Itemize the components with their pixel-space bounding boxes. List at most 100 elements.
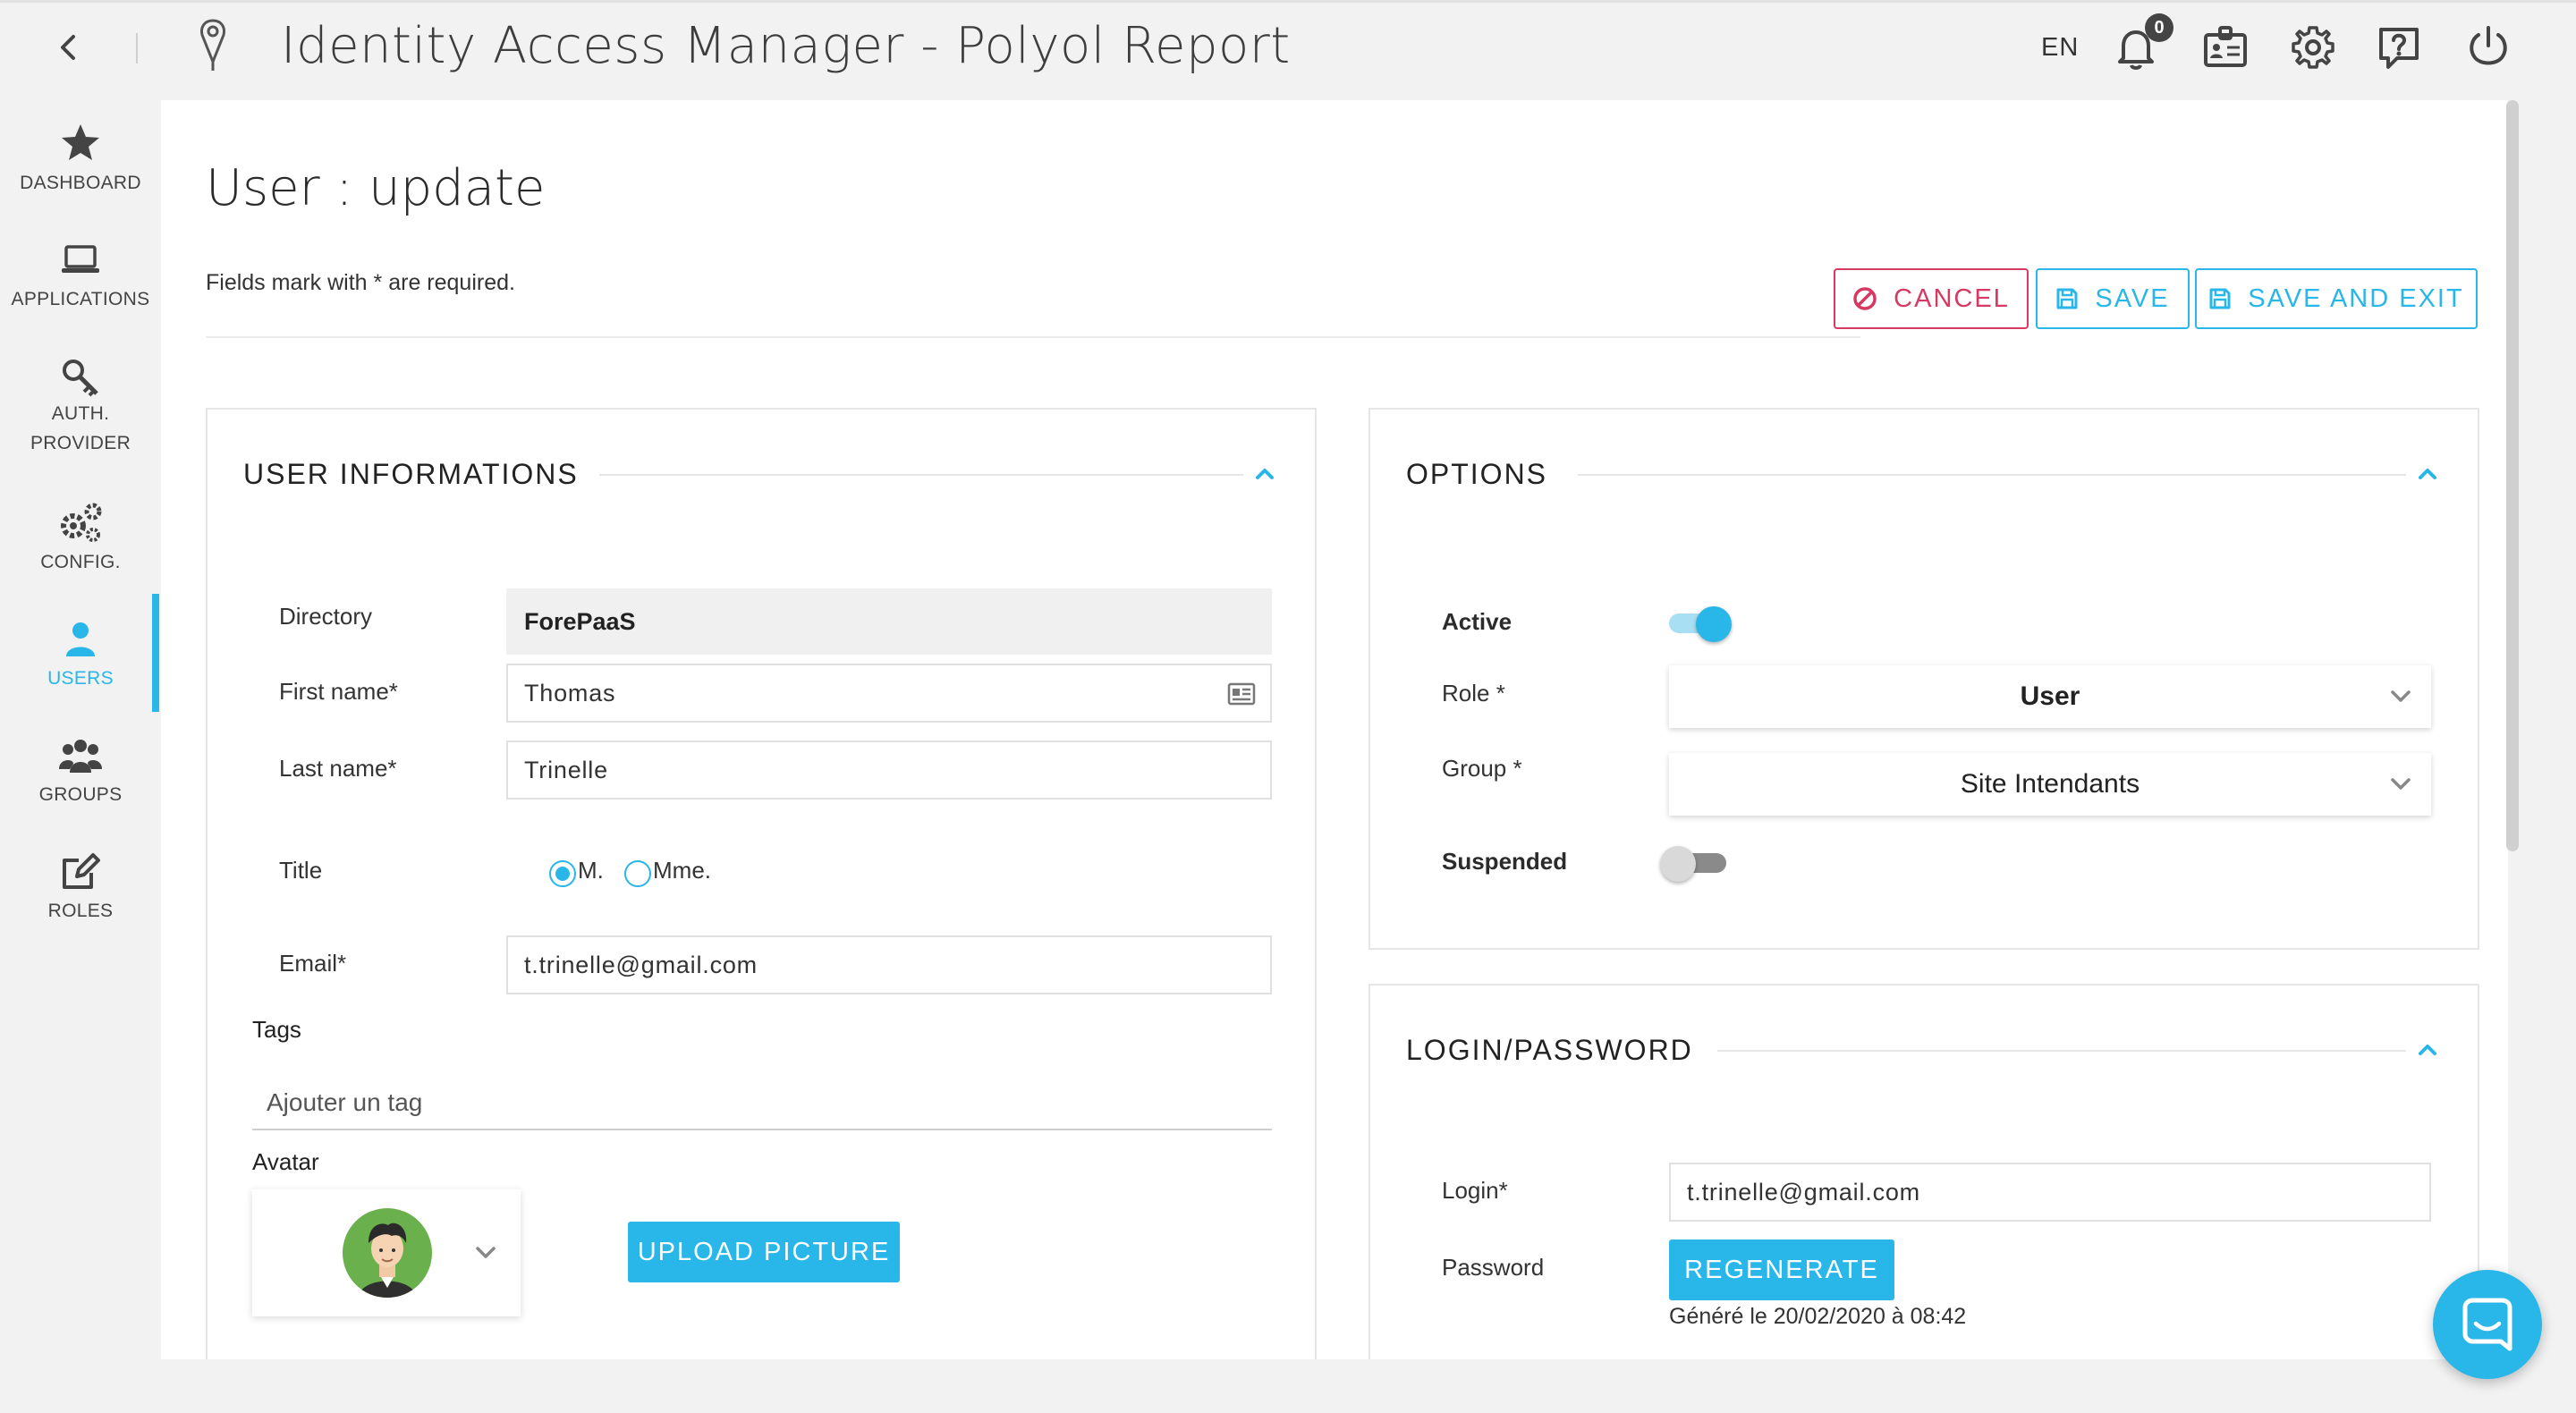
avatar-selector[interactable] bbox=[252, 1189, 521, 1316]
chevron-down-icon bbox=[2391, 690, 2411, 702]
sidebar-item-groups[interactable]: GROUPS bbox=[0, 733, 161, 809]
power-icon[interactable] bbox=[2463, 22, 2513, 72]
required-fields-note: Fields mark with * are required. bbox=[206, 270, 515, 295]
chevron-up-icon[interactable] bbox=[1250, 460, 1279, 488]
directory-label: Directory bbox=[279, 603, 373, 630]
sidebar: DASHBOARD APPLICATIONS AUTH. PROVIDER CO… bbox=[0, 97, 161, 1413]
password-label: Password bbox=[1442, 1254, 1545, 1281]
save-and-exit-button[interactable]: SAVE AND EXIT bbox=[2195, 268, 2478, 329]
sidebar-item-label: DASHBOARD bbox=[20, 173, 141, 193]
login-label: Login* bbox=[1442, 1177, 1508, 1204]
notification-count-badge: 0 bbox=[2145, 13, 2174, 42]
chevron-up-icon[interactable] bbox=[2413, 1036, 2442, 1064]
help-icon[interactable] bbox=[2374, 22, 2424, 72]
suspended-label: Suspended bbox=[1442, 848, 1568, 875]
chat-widget-button[interactable] bbox=[2433, 1270, 2542, 1379]
group-select[interactable]: Site Intendants bbox=[1669, 753, 2431, 816]
role-selected-value: User bbox=[2020, 681, 2080, 711]
chevron-down-icon bbox=[2391, 778, 2411, 790]
first-name-input[interactable]: Thomas bbox=[506, 664, 1272, 723]
active-toggle[interactable] bbox=[1669, 606, 1733, 642]
key-icon bbox=[63, 360, 98, 397]
floppy-disk-icon bbox=[2056, 288, 2078, 309]
save-and-exit-button-label: SAVE AND EXIT bbox=[2248, 283, 2464, 313]
role-label: Role * bbox=[1442, 680, 1505, 706]
email-input[interactable]: t.trinelle@gmail.com bbox=[506, 935, 1272, 994]
logo-pin-icon bbox=[200, 19, 225, 71]
title-divider bbox=[206, 336, 1860, 338]
ban-icon bbox=[1853, 287, 1877, 310]
tags-label: Tags bbox=[252, 1016, 301, 1043]
id-card-icon[interactable] bbox=[2200, 22, 2250, 72]
tag-input[interactable]: Ajouter un tag bbox=[252, 1077, 1272, 1130]
active-label: Active bbox=[1442, 608, 1513, 635]
title-radio-mrs[interactable] bbox=[624, 860, 651, 887]
chevron-up-icon[interactable] bbox=[2413, 460, 2442, 488]
save-button-label: SAVE bbox=[2095, 283, 2170, 313]
chevron-down-icon bbox=[476, 1247, 496, 1258]
first-name-label: First name* bbox=[279, 678, 398, 705]
main-panel: User : update Fields mark with * are req… bbox=[161, 100, 2508, 1359]
sidebar-item-users[interactable]: USERS bbox=[0, 617, 161, 693]
email-label: Email* bbox=[279, 950, 347, 977]
star-icon bbox=[62, 124, 99, 160]
toggle-knob bbox=[1660, 846, 1696, 882]
sidebar-item-label: CONFIG. bbox=[40, 552, 121, 572]
sidebar-item-label-line2: PROVIDER bbox=[30, 433, 131, 453]
upload-picture-button[interactable]: UPLOAD PICTURE bbox=[628, 1222, 900, 1282]
group-selected-value: Site Intendants bbox=[1960, 769, 2140, 799]
card-title-rule bbox=[599, 474, 1243, 476]
last-name-input[interactable]: Trinelle bbox=[506, 740, 1272, 800]
cancel-button-label: CANCEL bbox=[1894, 283, 2010, 313]
title-radio-mr[interactable] bbox=[549, 860, 576, 887]
password-generated-note: Généré le 20/02/2020 à 08:42 bbox=[1669, 1304, 1967, 1329]
save-button[interactable]: SAVE bbox=[2036, 268, 2190, 329]
sidebar-item-config[interactable]: CONFIG. bbox=[0, 501, 161, 577]
edit-icon bbox=[63, 853, 100, 889]
login-password-title: LOGIN/PASSWORD bbox=[1406, 1034, 1693, 1066]
role-select[interactable]: User bbox=[1669, 665, 2431, 728]
user-informations-title: USER INFORMATIONS bbox=[243, 458, 579, 490]
avatar-label: Avatar bbox=[252, 1148, 319, 1175]
login-input[interactable]: t.trinelle@gmail.com bbox=[1669, 1163, 2431, 1222]
sidebar-item-label: GROUPS bbox=[38, 784, 123, 805]
avatar bbox=[343, 1208, 432, 1298]
directory-field: ForePaaS bbox=[506, 588, 1272, 655]
suspended-toggle[interactable] bbox=[1660, 846, 1726, 882]
title-label: Title bbox=[279, 857, 323, 884]
contact-card-icon bbox=[1227, 682, 1256, 706]
sidebar-item-label-line1: AUTH. bbox=[51, 403, 110, 424]
header-divider bbox=[136, 33, 138, 63]
active-nav-indicator bbox=[152, 594, 159, 712]
options-title: OPTIONS bbox=[1406, 458, 1548, 490]
title-radio-mr-label: M. bbox=[578, 857, 604, 884]
page-title: User : update bbox=[206, 159, 546, 217]
sidebar-item-auth-provider[interactable]: AUTH. PROVIDER bbox=[0, 356, 161, 458]
sidebar-item-dashboard[interactable]: DASHBOARD bbox=[0, 122, 161, 198]
cancel-button[interactable]: CANCEL bbox=[1834, 268, 2029, 329]
toggle-knob bbox=[1696, 606, 1732, 642]
laptop-icon bbox=[62, 245, 99, 273]
floppy-disk-icon bbox=[2209, 288, 2231, 309]
card-title-rule bbox=[1578, 474, 2406, 476]
sidebar-item-label: USERS bbox=[47, 668, 114, 689]
sidebar-item-label: ROLES bbox=[47, 901, 114, 921]
sidebar-item-label: APPLICATIONS bbox=[11, 289, 150, 309]
sidebar-item-roles[interactable]: ROLES bbox=[0, 850, 161, 926]
main-scrollbar[interactable] bbox=[2506, 100, 2519, 851]
gear-icon[interactable] bbox=[2288, 22, 2338, 72]
user-icon bbox=[66, 622, 95, 656]
top-bar: Identity Access Manager - Polyol Report … bbox=[0, 0, 2576, 97]
first-name-value: Thomas bbox=[524, 679, 616, 706]
chat-icon bbox=[2462, 1298, 2512, 1351]
back-arrow-icon[interactable] bbox=[50, 30, 86, 65]
card-title-rule bbox=[1717, 1050, 2406, 1052]
regenerate-password-button[interactable]: REGENERATE bbox=[1669, 1240, 1894, 1300]
group-label: Group * bbox=[1442, 755, 1522, 782]
app-title: Identity Access Manager - Polyol Report bbox=[281, 17, 1291, 75]
last-name-label: Last name* bbox=[279, 755, 397, 782]
title-radio-mrs-label: Mme. bbox=[653, 857, 711, 884]
sidebar-item-applications[interactable]: APPLICATIONS bbox=[0, 238, 161, 314]
users-icon bbox=[59, 740, 102, 773]
language-selector[interactable]: EN bbox=[2041, 33, 2079, 63]
